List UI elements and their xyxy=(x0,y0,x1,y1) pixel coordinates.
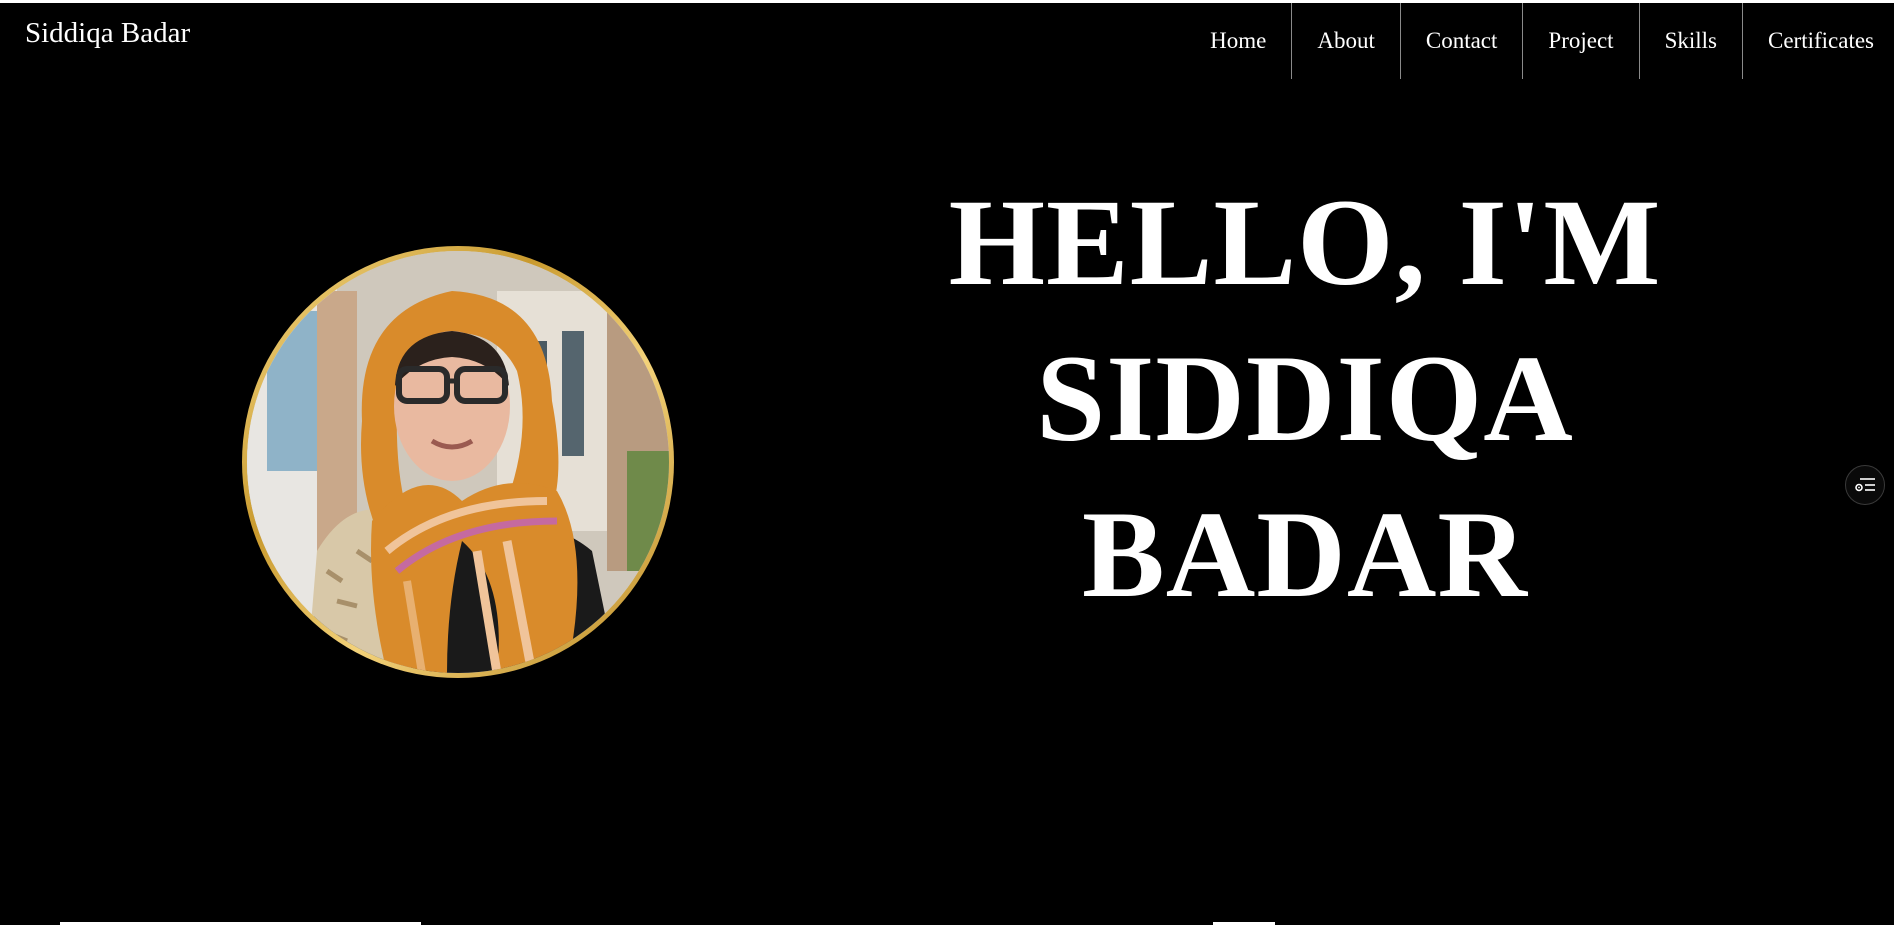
hero-line-2: SIDDIQA xyxy=(1036,330,1574,467)
main-nav: Home About Contact Project Skills Certif… xyxy=(1185,3,1894,79)
brand-name[interactable]: Siddiqa Badar xyxy=(25,16,190,50)
nav-home[interactable]: Home xyxy=(1185,3,1291,79)
settings-list-button[interactable] xyxy=(1845,465,1885,505)
profile-photo xyxy=(242,246,674,678)
hero-line-1: HELLO, I'M xyxy=(948,174,1662,311)
hero-line-3: BADAR xyxy=(1082,486,1528,623)
profile-photo-image xyxy=(247,251,669,673)
nav-certificates[interactable]: Certificates xyxy=(1741,3,1894,79)
nav-skills[interactable]: Skills xyxy=(1638,3,1742,79)
nav-about[interactable]: About xyxy=(1291,3,1400,79)
hero-heading: HELLO, I'M SIDDIQA BADAR xyxy=(880,165,1730,633)
settings-list-icon xyxy=(1855,478,1875,492)
nav-contact[interactable]: Contact xyxy=(1399,3,1523,79)
portrait-illustration xyxy=(247,251,669,673)
nav-project[interactable]: Project xyxy=(1522,3,1638,79)
